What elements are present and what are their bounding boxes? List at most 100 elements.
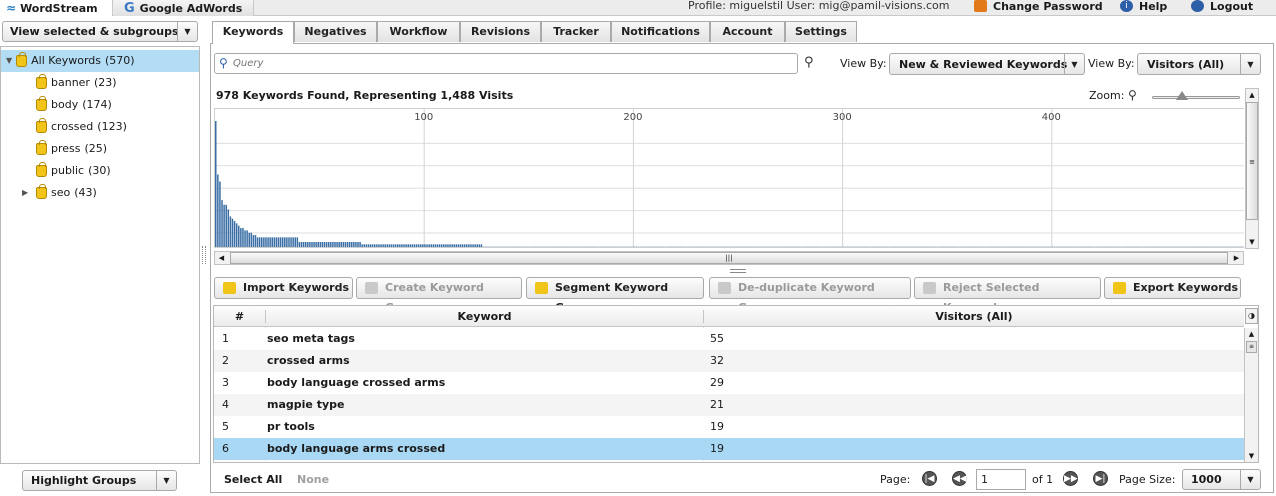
logout-link[interactable]: Logout	[1191, 0, 1253, 12]
sidebar-splitter[interactable]	[202, 246, 206, 264]
chart-bar	[1160, 246, 1163, 247]
change-password-link[interactable]: Change Password	[974, 0, 1103, 12]
chart-bar	[880, 246, 882, 247]
chart-bar	[700, 246, 702, 247]
scroll-thumb[interactable]: |||	[230, 252, 1228, 264]
table-row[interactable]: 2 crossed arms 32	[214, 350, 1244, 372]
help-link[interactable]: i Help	[1120, 0, 1167, 12]
chart-bar	[1206, 246, 1209, 247]
chart-bar	[215, 121, 217, 247]
keyword-chart: 100 200 300 400	[215, 109, 1244, 247]
prev-page-button[interactable]: ◀◀	[952, 471, 967, 486]
chart-horizontal-scrollbar[interactable]: ◀ ||| ▶	[214, 251, 1244, 265]
table-row[interactable]: 4 magpie type 21	[214, 394, 1244, 416]
chart-bar	[777, 246, 780, 247]
chart-bar	[1139, 246, 1142, 247]
tab-tracker[interactable]: Tracker	[541, 21, 611, 42]
tab-account[interactable]: Account	[710, 21, 785, 42]
top-tab-google-adwords[interactable]: G Google AdWords	[114, 0, 254, 16]
chart-bar	[1076, 246, 1079, 247]
view-by-label: View By:	[840, 57, 887, 70]
column-header-number[interactable]: #	[214, 310, 265, 323]
scroll-left-arrow-icon[interactable]: ◀	[215, 252, 228, 264]
chart-bar	[524, 246, 527, 247]
next-page-button[interactable]: ▶▶	[1063, 471, 1078, 486]
tab-negatives[interactable]: Negatives	[294, 21, 377, 42]
reject-icon	[923, 282, 936, 294]
column-menu-icon[interactable]: ◑	[1245, 308, 1258, 324]
view-selector-dropdown[interactable]: View selected & subgroups ▼	[2, 21, 198, 42]
export-keywords-button[interactable]: Export Keywords	[1104, 277, 1241, 299]
column-header-visitors[interactable]: Visitors (All)	[703, 310, 1244, 323]
tree-item-body[interactable]: body (174)	[36, 95, 112, 115]
chart-bar	[286, 237, 288, 247]
column-header-keyword[interactable]: Keyword	[265, 310, 703, 323]
tab-workflow[interactable]: Workflow	[377, 21, 460, 42]
first-page-button[interactable]: |◀	[922, 471, 937, 486]
table-row[interactable]: 1 seo meta tags 55	[214, 328, 1244, 350]
tab-keywords[interactable]: Keywords	[212, 21, 294, 44]
page-number-input[interactable]: 1	[976, 469, 1026, 490]
chart-bar	[252, 235, 255, 247]
deduplicate-keyword-group-button[interactable]: De-duplicate Keyword Group	[709, 277, 911, 314]
chart-bar	[982, 246, 985, 247]
reject-selected-keywords-button[interactable]: Reject Selected Keywords	[914, 277, 1101, 314]
chevron-down-icon: ▼	[1064, 54, 1084, 74]
last-page-button[interactable]: ▶|	[1093, 471, 1108, 486]
advanced-search-icon[interactable]: ⚲	[804, 55, 820, 72]
chart-bar	[233, 221, 236, 247]
view-by-metric-dropdown[interactable]: Visitors (All) ▼	[1137, 53, 1261, 75]
chart-bar	[830, 246, 832, 247]
collapse-arrow-icon[interactable]: ▼	[6, 51, 12, 71]
chart-vertical-scrollbar[interactable]: ▲ ≡ ▼	[1245, 88, 1259, 249]
panel-splitter[interactable]	[730, 269, 746, 273]
chart-bar	[616, 246, 619, 247]
tab-notifications[interactable]: Notifications	[611, 21, 710, 42]
search-box[interactable]: ⚲	[214, 53, 798, 74]
search-input[interactable]	[233, 56, 793, 71]
zoom-slider[interactable]	[1152, 91, 1240, 100]
zoom-slider-thumb[interactable]	[1176, 91, 1189, 100]
chart-bar	[1196, 246, 1198, 247]
tree-item-seo[interactable]: ▶ seo (43)	[22, 183, 97, 203]
select-all-link[interactable]: Select All	[224, 473, 282, 486]
chart-bar	[1095, 246, 1098, 247]
scroll-up-arrow-icon[interactable]: ▲	[1245, 328, 1258, 340]
tree-item-public[interactable]: public (30)	[36, 161, 111, 181]
tree-item-banner[interactable]: banner (23)	[36, 73, 117, 93]
chart-bar	[970, 246, 972, 247]
scroll-down-arrow-icon[interactable]: ▼	[1245, 450, 1258, 462]
scroll-thumb[interactable]: ≡	[1246, 102, 1258, 220]
chart-bar	[376, 244, 378, 247]
chart-bar	[537, 246, 539, 247]
chart-bar	[493, 246, 495, 247]
chart-bar	[501, 246, 504, 247]
tab-revisions[interactable]: Revisions	[460, 21, 541, 42]
scroll-right-arrow-icon[interactable]: ▶	[1230, 252, 1243, 264]
top-tab-wordstream[interactable]: ≈ WordStream	[0, 0, 113, 16]
tree-item-crossed[interactable]: crossed (123)	[36, 117, 127, 137]
create-keyword-group-button[interactable]: Create Keyword Group	[356, 277, 522, 314]
chart-bar	[618, 246, 621, 247]
view-by-filter-dropdown[interactable]: New & Reviewed Keywords ▼	[889, 53, 1085, 75]
tab-settings[interactable]: Settings	[785, 21, 857, 42]
expand-arrow-icon[interactable]: ▶	[22, 183, 32, 203]
tree-item-press[interactable]: press (25)	[36, 139, 107, 159]
table-row[interactable]: 5 pr tools 19	[214, 416, 1244, 438]
table-row[interactable]: 3 body language crossed arms 29	[214, 372, 1244, 394]
chart-bar	[635, 246, 637, 247]
segment-keyword-group-button[interactable]: Segment Keyword Group	[526, 277, 704, 314]
table-vertical-scrollbar[interactable]: ▲ ≡ ▼	[1244, 328, 1258, 462]
page-size-dropdown[interactable]: 1000 ▼	[1182, 469, 1261, 490]
scroll-down-arrow-icon[interactable]: ▼	[1246, 236, 1258, 248]
highlight-groups-dropdown[interactable]: Highlight Groups ▼	[22, 470, 177, 491]
select-none-link[interactable]: None	[297, 473, 329, 486]
scroll-thumb[interactable]: ≡	[1246, 341, 1257, 353]
chart-bar	[754, 246, 757, 247]
chart-bar	[453, 244, 455, 247]
table-row-selected[interactable]: 6 body language arms crossed 19	[214, 438, 1244, 460]
chart-bar	[823, 246, 826, 247]
chart-bar	[658, 246, 661, 247]
scroll-up-arrow-icon[interactable]: ▲	[1246, 89, 1258, 101]
import-keywords-button[interactable]: Import Keywords	[214, 277, 353, 299]
